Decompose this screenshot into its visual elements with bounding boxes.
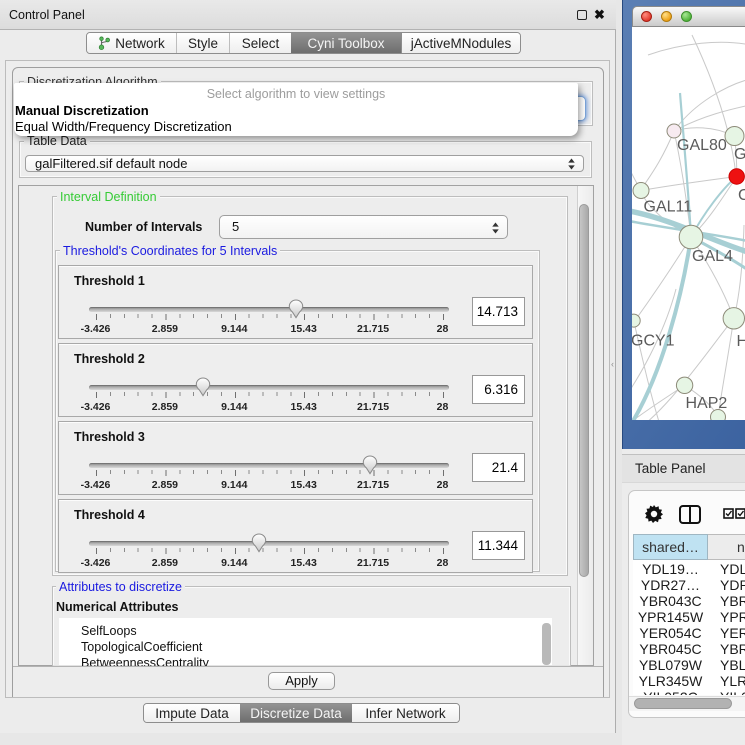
svg-text:GA: GA: [734, 146, 745, 163]
svg-text:C: C: [738, 187, 745, 204]
svg-text:GAL80: GAL80: [677, 137, 727, 154]
svg-text:HAP2: HAP2: [686, 395, 728, 412]
svg-text:H: H: [737, 333, 745, 350]
svg-text:GCY1: GCY1: [632, 333, 675, 350]
svg-text:GAL4: GAL4: [692, 248, 733, 265]
svg-text:GAL11: GAL11: [644, 199, 693, 216]
